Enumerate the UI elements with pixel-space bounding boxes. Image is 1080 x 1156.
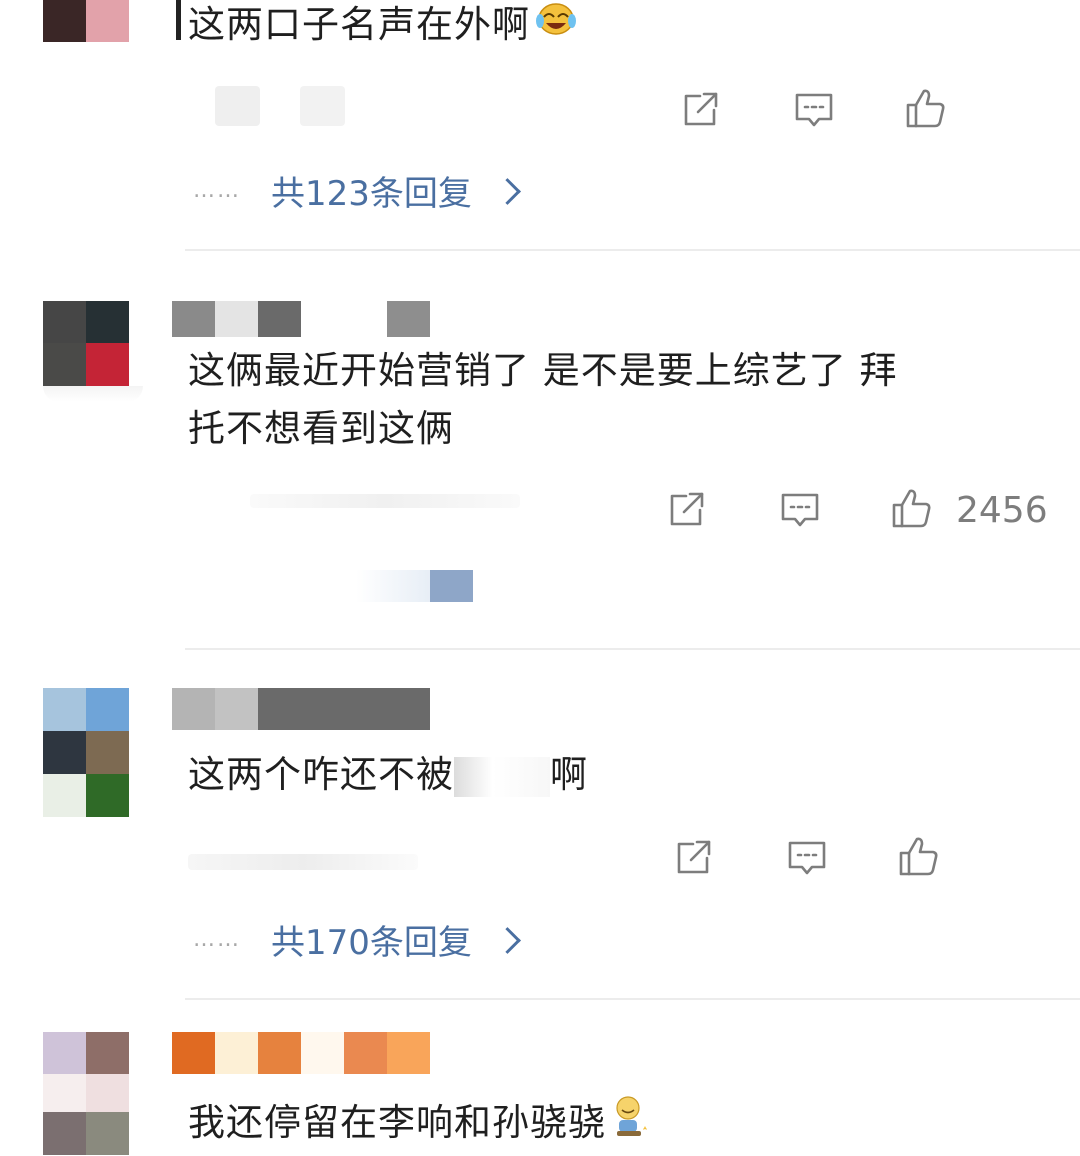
- thumbs-up-icon: [892, 489, 931, 528]
- share-button[interactable]: [676, 86, 724, 134]
- avatar[interactable]: [43, 301, 129, 386]
- avatar-edge: [43, 386, 143, 402]
- thumbs-up-icon: [899, 837, 938, 876]
- share-button[interactable]: [669, 834, 717, 882]
- comment-button[interactable]: [790, 86, 838, 134]
- sitting-pray-emoji-icon: [610, 1094, 650, 1155]
- comment-text: 我还停留在李响和孙骁骁: [188, 1094, 650, 1155]
- replies-count-label: 共123条回复: [271, 174, 472, 214]
- replies-count-label: 共170条回复: [271, 923, 472, 963]
- text-blurred: [454, 756, 550, 797]
- divider: [185, 998, 1080, 1000]
- comment-button[interactable]: [776, 486, 824, 534]
- share-icon: [677, 840, 711, 874]
- chevron-right-icon: [493, 927, 521, 954]
- reply-dots: ……: [193, 178, 241, 203]
- timestamp-blurred: [250, 494, 520, 508]
- replies-link-blurred-part: [430, 570, 473, 602]
- thumbs-up-icon: [906, 89, 945, 128]
- view-replies-link[interactable]: …… 共123条回复: [193, 166, 521, 215]
- location-blurred: [300, 86, 345, 126]
- like-button[interactable]: [895, 832, 943, 880]
- divider: [185, 648, 1080, 650]
- username-blurred-part: [387, 301, 430, 337]
- comment-icon: [788, 841, 826, 875]
- avatar[interactable]: [43, 688, 129, 817]
- username-blurred: [172, 1032, 430, 1074]
- comment-button[interactable]: [783, 834, 831, 882]
- timestamp-blurred: [215, 86, 260, 126]
- view-replies-link[interactable]: …… 共170条回复: [193, 915, 521, 964]
- comment-text: 这两个咋还不被啊: [188, 753, 588, 797]
- username-blurred: [172, 688, 430, 730]
- comment-text: 这俩最近开始营销了 是不是要上综艺了 拜 托不想看到这俩: [188, 349, 898, 450]
- like-count: 2456: [956, 490, 1048, 531]
- timestamp-blurred: [188, 854, 418, 870]
- comment-icon: [781, 493, 819, 527]
- divider: [185, 249, 1080, 251]
- like-button[interactable]: [902, 84, 950, 132]
- share-icon: [670, 492, 704, 526]
- avatar[interactable]: [43, 1032, 129, 1155]
- username-cursor: [176, 0, 181, 40]
- comment-icon: [795, 93, 833, 127]
- comment-text: 这两口子名声在外啊: [188, 0, 578, 56]
- avatar[interactable]: [43, 0, 129, 42]
- replies-link-blurred[interactable]: [356, 570, 430, 602]
- share-button[interactable]: [662, 486, 710, 534]
- chevron-right-icon: [493, 178, 521, 205]
- like-button[interactable]: [888, 484, 936, 532]
- username-blurred: [172, 301, 301, 337]
- laughing-crying-emoji-icon: [534, 0, 578, 56]
- share-icon: [684, 92, 718, 126]
- reply-dots: ……: [193, 927, 241, 952]
